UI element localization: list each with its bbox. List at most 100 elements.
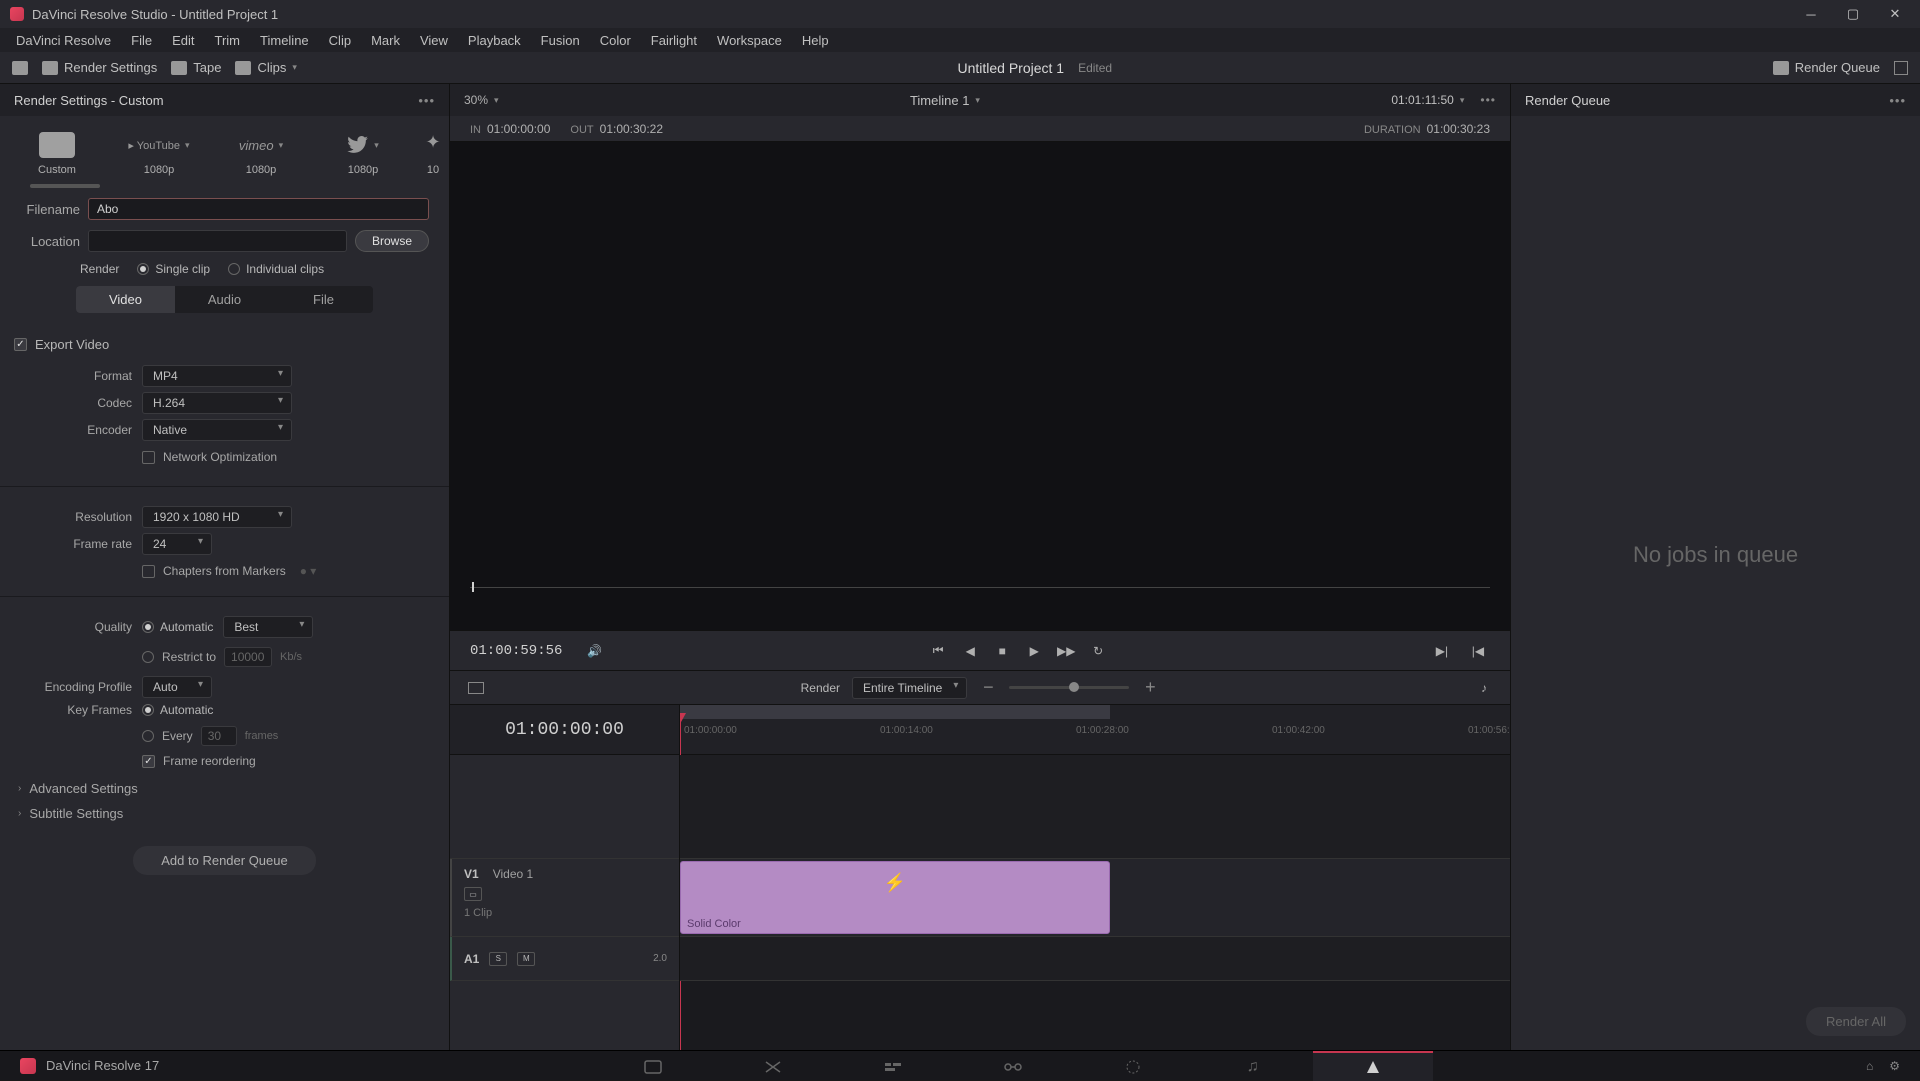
duration: 01:00:30:23 — [1427, 122, 1490, 136]
minimize-button[interactable]: ─ — [1790, 0, 1832, 28]
play-button[interactable]: ▶ — [1022, 639, 1046, 663]
queue-menu-icon[interactable]: ••• — [1889, 93, 1906, 108]
quick-export-icon[interactable] — [12, 61, 28, 75]
network-opt-checkbox[interactable] — [142, 451, 155, 464]
advanced-settings-toggle[interactable]: ›Advanced Settings — [0, 776, 449, 801]
tab-video[interactable]: Video — [76, 286, 175, 313]
next-frame-button[interactable]: ▶▶ — [1054, 639, 1078, 663]
stop-button[interactable]: ■ — [990, 639, 1014, 663]
video-track-header[interactable]: V1 Video 1 ▭ 1 Clip — [450, 859, 679, 937]
keyframes-auto-radio[interactable]: Automatic — [142, 703, 213, 717]
menu-file[interactable]: File — [121, 30, 162, 51]
chapters-checkbox[interactable] — [142, 565, 155, 578]
viewer-timecode[interactable]: 01:01:11:50 — [1391, 93, 1454, 107]
audio-track-header[interactable]: A1 S M 2.0 — [450, 937, 679, 981]
render-queue-toggle[interactable]: Render Queue — [1773, 60, 1880, 75]
resolution-dropdown[interactable]: 1920 x 1080 HD — [142, 506, 292, 528]
preset-more[interactable]: ✦ 10 — [418, 128, 448, 180]
solo-button[interactable]: S — [489, 952, 507, 966]
preset-youtube[interactable]: ▸ YouTube▾ 1080p — [112, 128, 206, 180]
menu-help[interactable]: Help — [792, 30, 839, 51]
individual-clips-radio[interactable]: Individual clips — [228, 262, 324, 276]
menu-davinci[interactable]: DaVinci Resolve — [6, 30, 121, 51]
menu-fairlight[interactable]: Fairlight — [641, 30, 707, 51]
timeline-ruler[interactable]: 01:00:00:00 01:00:14:00 01:00:28:00 01:0… — [680, 705, 1510, 755]
preset-custom[interactable]: Custom — [10, 128, 104, 180]
render-all-button[interactable]: Render All — [1806, 1007, 1906, 1036]
menu-trim[interactable]: Trim — [205, 30, 251, 51]
quality-auto-radio[interactable]: Automatic — [142, 620, 213, 634]
page-cut[interactable] — [713, 1051, 833, 1081]
video-clip[interactable]: ⚡ Solid Color — [680, 861, 1110, 934]
framerate-dropdown[interactable]: 24 — [142, 533, 212, 555]
next-clip-button[interactable]: ▶| — [1430, 639, 1454, 663]
preset-twitter[interactable]: ▾ 1080p — [316, 128, 410, 180]
export-video-checkbox[interactable] — [14, 338, 27, 351]
encoder-dropdown[interactable]: Native — [142, 419, 292, 441]
page-deliver[interactable] — [1313, 1051, 1433, 1081]
menu-mark[interactable]: Mark — [361, 30, 410, 51]
page-edit[interactable] — [833, 1051, 953, 1081]
menu-timeline[interactable]: Timeline — [250, 30, 319, 51]
menu-clip[interactable]: Clip — [319, 30, 361, 51]
restrict-input[interactable] — [224, 647, 272, 667]
single-clip-radio[interactable]: Single clip — [137, 262, 210, 276]
timeline-view-icon[interactable] — [464, 676, 488, 700]
out-point: 01:00:30:22 — [600, 122, 663, 136]
tape-toggle[interactable]: Tape — [171, 60, 221, 75]
tab-file[interactable]: File — [274, 286, 373, 313]
track-enable-icon[interactable]: ▭ — [464, 887, 482, 901]
expand-icon[interactable] — [1894, 61, 1908, 75]
keyframes-every-radio[interactable] — [142, 730, 154, 742]
page-media[interactable] — [593, 1051, 713, 1081]
preset-vimeo[interactable]: vimeo▾ 1080p — [214, 128, 308, 180]
scrubber-head[interactable] — [472, 582, 474, 592]
menu-edit[interactable]: Edit — [162, 30, 204, 51]
close-button[interactable]: ✕ — [1874, 0, 1916, 28]
browse-button[interactable]: Browse — [355, 230, 429, 252]
zoom-slider[interactable] — [1009, 686, 1129, 689]
menu-view[interactable]: View — [410, 30, 458, 51]
restrict-radio[interactable] — [142, 651, 154, 663]
mute-button[interactable]: M — [517, 952, 535, 966]
subtitle-settings-toggle[interactable]: ›Subtitle Settings — [0, 801, 449, 826]
clips-toggle[interactable]: Clips ▾ — [235, 60, 296, 75]
zoom-out-button[interactable]: − — [979, 677, 997, 698]
filename-input[interactable] — [88, 198, 429, 220]
keyframes-input[interactable] — [201, 726, 237, 746]
menu-color[interactable]: Color — [590, 30, 641, 51]
encoding-profile-dropdown[interactable]: Auto — [142, 676, 212, 698]
page-fairlight[interactable]: ♫ — [1193, 1051, 1313, 1081]
page-color[interactable] — [1073, 1051, 1193, 1081]
maximize-button[interactable]: ▢ — [1832, 0, 1874, 28]
timeline-selector[interactable]: Timeline 1 ▾ — [910, 93, 980, 108]
zoom-in-button[interactable]: + — [1141, 677, 1159, 698]
tab-audio[interactable]: Audio — [175, 286, 274, 313]
frame-reorder-checkbox[interactable] — [142, 755, 155, 768]
loop-button[interactable]: ↻ — [1086, 639, 1110, 663]
menu-fusion[interactable]: Fusion — [531, 30, 590, 51]
codec-dropdown[interactable]: H.264 — [142, 392, 292, 414]
viewer-canvas[interactable] — [450, 142, 1510, 630]
menu-workspace[interactable]: Workspace — [707, 30, 792, 51]
window-title: DaVinci Resolve Studio - Untitled Projec… — [32, 7, 278, 22]
render-settings-toggle[interactable]: Render Settings — [42, 60, 157, 75]
menu-playback[interactable]: Playback — [458, 30, 531, 51]
format-dropdown[interactable]: MP4 — [142, 365, 292, 387]
add-to-queue-button[interactable]: Add to Render Queue — [133, 846, 315, 875]
first-frame-button[interactable]: ⏮ — [926, 639, 950, 663]
prev-frame-button[interactable]: ◀ — [958, 639, 982, 663]
music-icon[interactable]: ♪ — [1472, 676, 1496, 700]
last-frame-button[interactable]: |◀ — [1466, 639, 1490, 663]
location-input[interactable] — [88, 230, 347, 252]
settings-icon[interactable]: ⚙ — [1889, 1059, 1900, 1073]
viewer-menu-icon[interactable]: ••• — [1480, 93, 1496, 107]
panel-menu-icon[interactable]: ••• — [418, 93, 435, 108]
render-scope-label: Render — [801, 681, 840, 695]
home-icon[interactable]: ⌂ — [1866, 1059, 1873, 1073]
quality-dropdown[interactable]: Best — [223, 616, 313, 638]
render-scope-dropdown[interactable]: Entire Timeline — [852, 677, 967, 699]
zoom-dropdown[interactable]: 30% ▾ — [464, 93, 499, 107]
volume-icon[interactable]: 🔊 — [582, 639, 606, 663]
page-fusion[interactable] — [953, 1051, 1073, 1081]
